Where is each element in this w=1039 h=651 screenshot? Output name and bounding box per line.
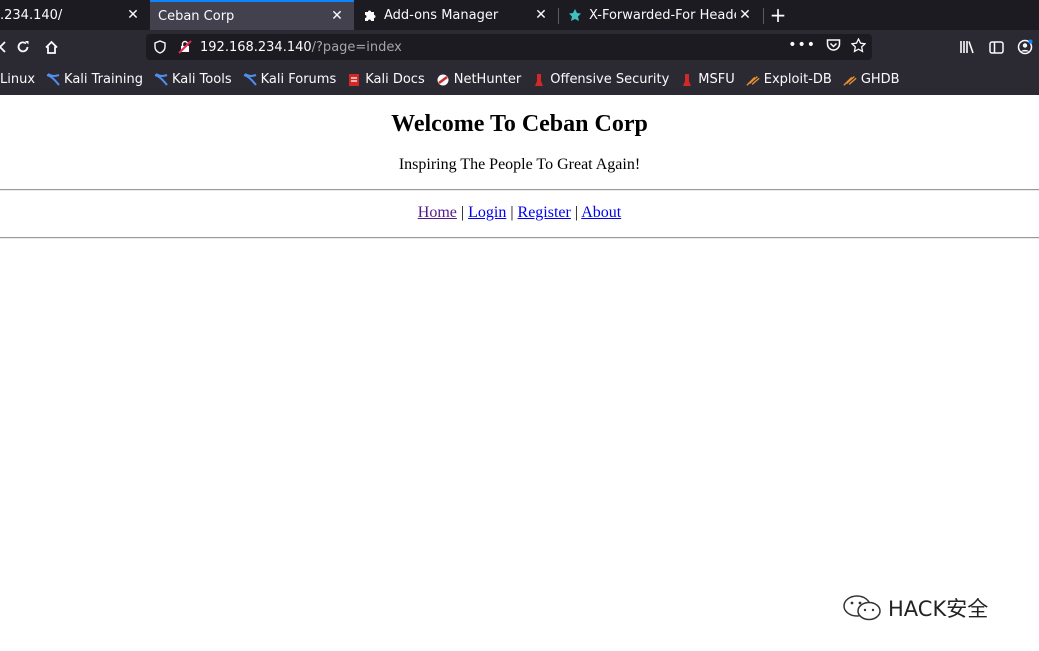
nav-separator: | [460, 204, 465, 221]
offsec-icon [680, 73, 694, 87]
url-actions: ••• [788, 37, 866, 53]
page-tagline: Inspiring The People To Great Again! [398, 156, 641, 173]
bookmark-label: Kali Docs [365, 72, 425, 87]
pocket-icon[interactable] [826, 38, 841, 52]
tab-bar: .234.140/ ✕ Ceban Corp ✕ Add-ons Manager… [0, 0, 1039, 30]
navigation-toolbar: 192.168.234.140/?page=index ••• [0, 30, 1039, 64]
page-content: Welcome To Ceban Corp Inspiring The Peop… [0, 95, 1039, 651]
account-icon[interactable] [1014, 36, 1036, 58]
shield-icon[interactable] [154, 40, 168, 54]
bookmark-kali-docs[interactable]: Kali Docs [347, 72, 425, 87]
nav-link-about[interactable]: About [581, 204, 621, 221]
kali-icon [243, 72, 257, 87]
sidebar-icon[interactable] [985, 36, 1007, 58]
bookmark-label: GHDB [860, 72, 900, 87]
kali-docs-icon [347, 73, 361, 87]
bookmarks-toolbar: Linux Kali Training Kali Tools Kali Foru… [0, 64, 1039, 95]
bookmark-kali-forums[interactable]: Kali Forums [243, 72, 337, 87]
bookmark-label: Kali Tools [171, 72, 232, 87]
bookmark-label: Linux [0, 72, 36, 87]
kali-icon [46, 72, 60, 87]
url-text[interactable]: 192.168.234.140/?page=index [200, 40, 402, 55]
bookmark-kali-training[interactable]: Kali Training [46, 72, 143, 87]
tab-separator [763, 8, 764, 24]
bookmark-msfu[interactable]: MSFU [680, 72, 735, 87]
tab-addons-manager[interactable]: Add-ons Manager ✕ [354, 0, 558, 30]
offsec-icon [532, 73, 546, 87]
wechat-icon [842, 594, 882, 622]
bookmark-label: Exploit-DB [763, 72, 832, 87]
bookmark-ghdb[interactable]: GHDB [843, 72, 900, 87]
bookmark-label: Kali Training [64, 72, 143, 87]
tab-ceban-corp[interactable]: Ceban Corp ✕ [150, 0, 354, 30]
nav-link-login[interactable]: Login [468, 204, 506, 221]
bookmark-label: Kali Forums [260, 72, 337, 87]
extension-icon [567, 7, 583, 23]
nav-link-home[interactable]: Home [418, 204, 457, 221]
bookmark-label: MSFU [698, 72, 735, 87]
reload-icon[interactable] [12, 36, 34, 58]
tab-title: .234.140/ [0, 7, 63, 23]
nav-link-register[interactable]: Register [518, 204, 571, 221]
exploitdb-icon [843, 73, 857, 87]
nav-separator: | [510, 204, 514, 221]
close-icon[interactable]: ✕ [124, 6, 142, 24]
kali-icon [154, 72, 168, 87]
bookmark-kali-tools[interactable]: Kali Tools [154, 72, 232, 87]
url-bar[interactable]: 192.168.234.140/?page=index ••• [146, 34, 872, 60]
watermark: HACK安全 [842, 593, 988, 623]
tab-title: Add-ons Manager [384, 7, 499, 23]
divider-top [0, 189, 1039, 191]
watermark-text: HACK安全 [888, 597, 989, 621]
insecure-lock-icon[interactable] [178, 40, 192, 54]
new-tab-button[interactable]: + [767, 3, 789, 27]
nav-separator: | [574, 204, 579, 221]
url-path: /?page=index [311, 39, 402, 55]
bookmark-label: NetHunter [453, 72, 522, 87]
close-icon[interactable]: ✕ [328, 7, 346, 25]
bookmark-kali-linux[interactable]: Linux [0, 72, 35, 87]
bookmark-label: Offensive Security [550, 72, 670, 87]
tab-title: X-Forwarded-For Heade [589, 7, 736, 23]
page-title: Welcome To Ceban Corp [391, 111, 648, 137]
page-actions-icon[interactable]: ••• [788, 37, 816, 53]
bookmark-star-icon[interactable] [851, 37, 866, 53]
close-icon[interactable]: ✕ [736, 6, 754, 24]
divider-bottom [0, 237, 1039, 239]
exploitdb-icon [746, 73, 760, 87]
library-icon[interactable] [956, 36, 978, 58]
site-nav: Home | Login | Register | About [0, 204, 1039, 222]
bookmark-nethunter[interactable]: NetHunter [436, 72, 522, 87]
url-host: 192.168.234.140 [200, 39, 312, 55]
bookmark-exploit-db[interactable]: Exploit-DB [746, 72, 832, 87]
nethunter-icon [436, 73, 450, 87]
tab-title: Ceban Corp [158, 8, 235, 24]
tab-1[interactable]: .234.140/ ✕ [0, 0, 150, 30]
tab-x-forwarded-for[interactable]: X-Forwarded-For Heade ✕ [559, 0, 762, 30]
home-icon[interactable] [40, 36, 62, 58]
close-icon[interactable]: ✕ [532, 6, 550, 24]
puzzle-icon [362, 7, 378, 23]
bookmark-offensive-security[interactable]: Offensive Security [532, 72, 669, 87]
